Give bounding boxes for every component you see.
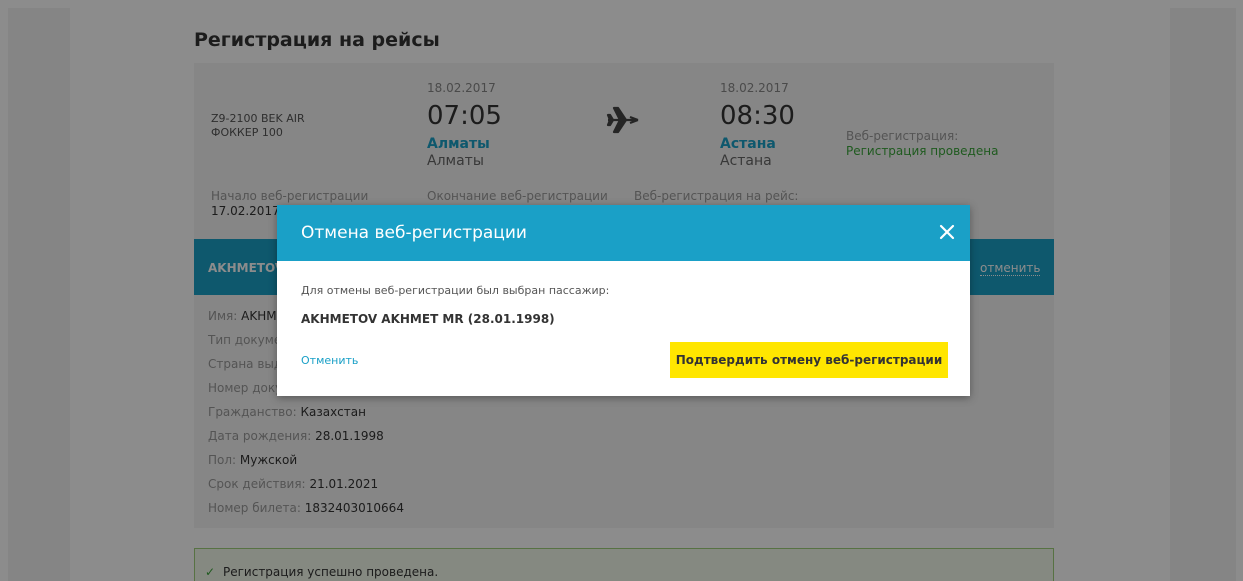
modal-description: Для отмены веб-регистрации был выбран па… (301, 284, 610, 297)
modal-header: Отмена веб-регистрации (277, 205, 970, 261)
close-icon[interactable] (937, 222, 957, 242)
modal-passenger-name: AKHMETOV AKHMET MR (28.01.1998) (301, 312, 555, 326)
modal-title: Отмена веб-регистрации (301, 223, 527, 243)
cancel-registration-modal: Отмена веб-регистрации Для отмены веб-ре… (277, 205, 970, 396)
modal-cancel-link[interactable]: Отменить (301, 354, 358, 367)
confirm-cancel-button[interactable]: Подтвердить отмену веб-регистрации (670, 342, 948, 378)
